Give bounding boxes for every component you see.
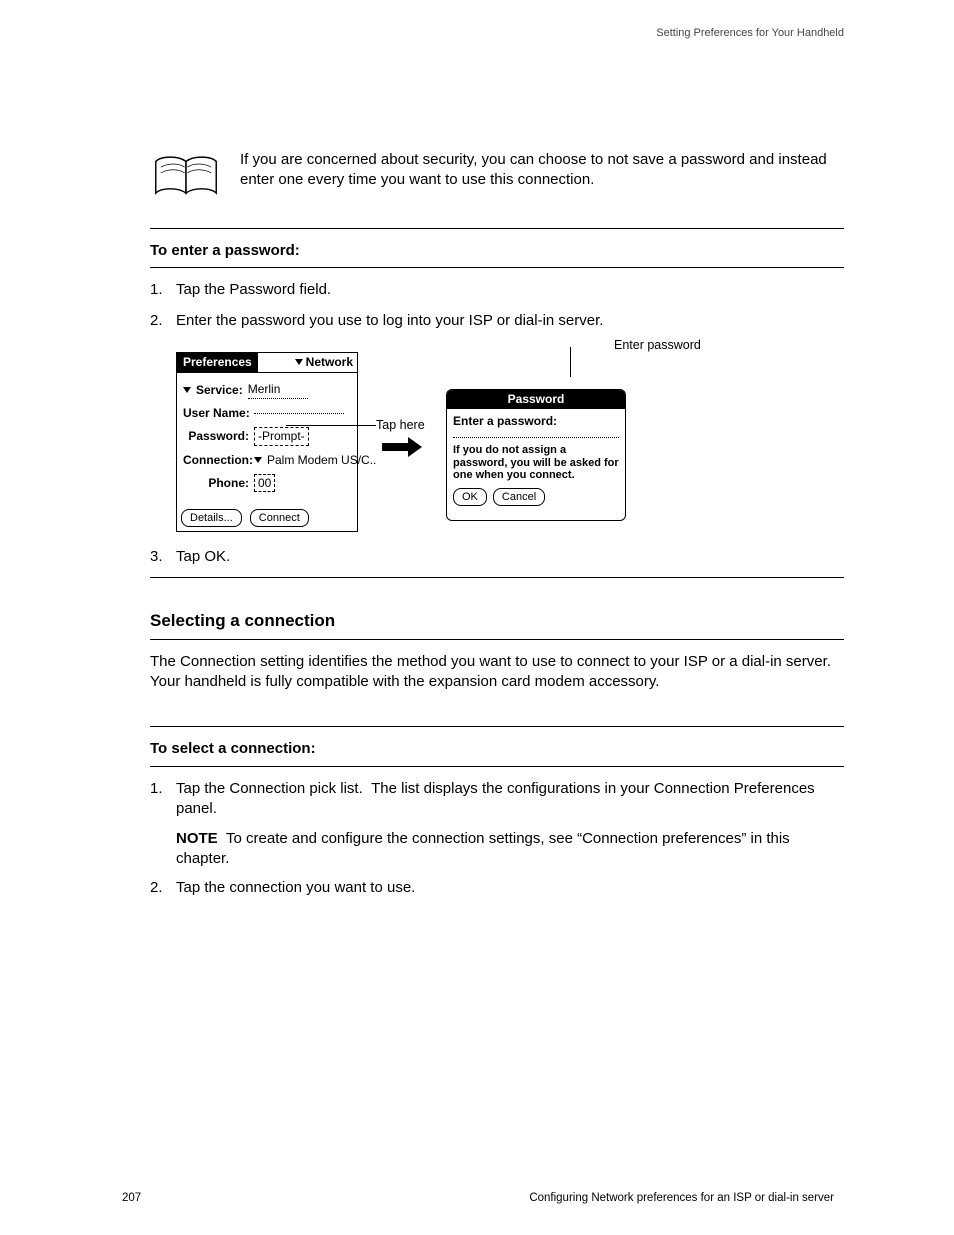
callout-tap-here: Tap here [376,417,446,434]
heading-select-connection: To select a connection: [150,739,844,759]
tip-text: If you are concerned about security, you… [240,150,844,191]
password-dialog: Password Enter a password: If you do not… [446,389,626,521]
rule [150,766,844,767]
service-label: Service: [196,382,243,398]
steps-enter-password: Tap the Password field. Enter the passwo… [150,280,844,331]
chevron-down-icon [295,359,303,365]
rule [150,228,844,229]
prefs-title-left: Preferences [177,353,258,372]
password-label: Password: [183,428,249,444]
arrow-right-icon [382,439,422,455]
prefs-category-label: Network [306,354,353,370]
step-3: Tap OK. [150,547,844,567]
page-number: 207 [122,1191,141,1207]
rule [150,577,844,578]
connection-label: Connection: [183,452,249,468]
phone-label: Phone: [183,475,249,491]
callout-enter-password: Enter password [614,337,764,354]
step-1b: Tap the Connection pick list. The list d… [150,779,844,820]
step-1: Tap the Password field. [150,280,844,300]
heading-selecting-connection: Selecting a connection [150,610,844,633]
heading-enter-password: To enter a password: [150,241,844,261]
chevron-down-icon [254,457,262,463]
service-value: Merlin [248,381,308,399]
password-hint: If you do not assign a password, you wil… [453,444,619,482]
body-selecting-connection: The Connection setting identifies the me… [150,652,844,693]
phone-field[interactable]: 00 [254,474,275,492]
password-prompt: Enter a password: [453,413,619,429]
connect-button[interactable]: Connect [250,509,309,527]
open-book-icon [150,150,222,206]
connection-row[interactable]: Connection: Palm Modem US/C.. [183,452,351,468]
steps-select-connection: Tap the Connection pick list. The list d… [150,779,844,820]
diagram: Preferences Network Service: Merlin User… [176,347,844,537]
footer-right: Configuring Network preferences for an I… [529,1191,834,1207]
note: NOTE To create and configure the connect… [176,829,844,870]
rule [150,267,844,268]
step-2b: Tap the connection you want to use. [150,878,844,898]
rule [150,726,844,727]
username-label: User Name: [183,405,249,421]
connection-value: Palm Modem US/C.. [267,452,376,468]
page: Setting Preferences for Your Handheld If… [0,0,954,1235]
password-field[interactable]: -Prompt- [254,427,309,445]
details-button[interactable]: Details... [181,509,242,527]
prefs-category-picker[interactable]: Network [291,353,357,372]
tip-block: If you are concerned about security, you… [150,150,844,206]
chevron-down-icon [183,387,191,393]
ok-button[interactable]: OK [453,488,487,506]
password-dialog-title: Password [447,390,625,409]
cancel-button[interactable]: Cancel [493,488,545,506]
note-label: NOTE [176,830,218,847]
step-2: Enter the password you use to log into y… [150,311,844,331]
footer: 207 Configuring Network preferences for … [0,1191,954,1207]
username-field[interactable] [254,412,344,414]
password-input[interactable] [453,437,619,438]
service-row[interactable]: Service: Merlin [183,381,351,399]
note-body: To create and configure the connection s… [176,830,790,867]
rule [150,639,844,640]
preferences-panel: Preferences Network Service: Merlin User… [176,352,358,532]
running-head: Setting Preferences for Your Handheld [656,26,844,41]
